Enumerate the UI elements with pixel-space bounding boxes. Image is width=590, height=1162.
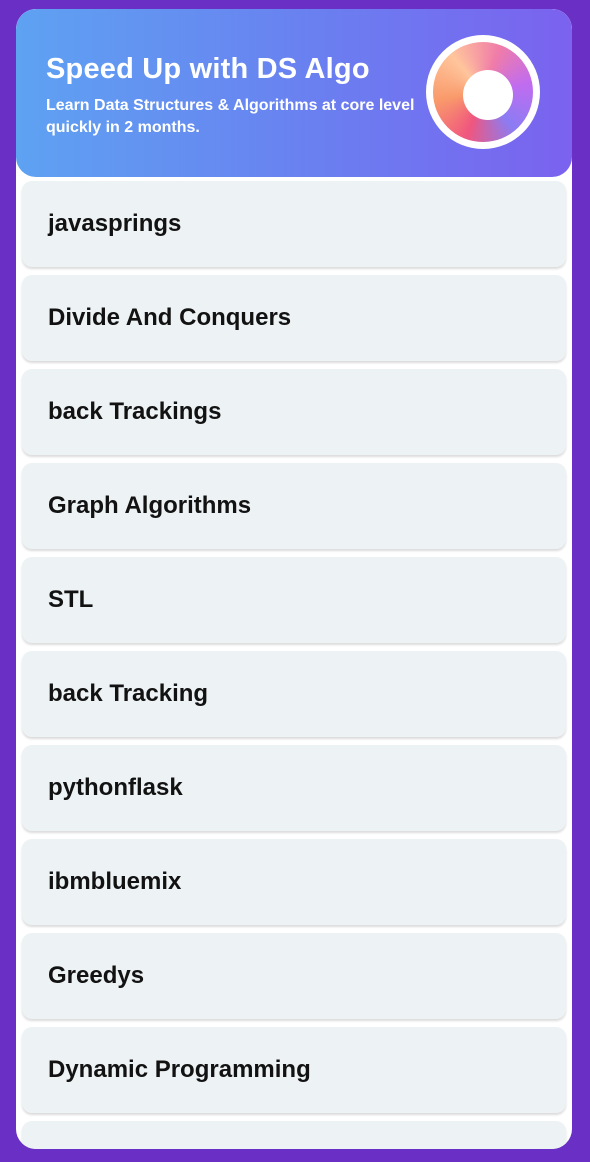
gradient-ring-logo-icon <box>426 35 540 149</box>
topic-item-stl[interactable]: STL <box>22 557 566 643</box>
topic-label: javasprings <box>48 210 182 237</box>
topic-item-partial[interactable] <box>22 1121 566 1149</box>
topic-label: Divide And Conquers <box>48 304 292 331</box>
topic-label: Greedys <box>48 962 145 989</box>
topic-label: ibmbluemix <box>48 868 182 895</box>
topic-label: pythonflask <box>48 774 183 801</box>
logo-core <box>463 70 513 120</box>
topic-label: STL <box>48 586 94 613</box>
topic-item-ibmbluemix[interactable]: ibmbluemix <box>22 839 566 925</box>
topic-item-back-trackings[interactable]: back Trackings <box>22 369 566 455</box>
banner-title: Speed Up with DS Algo <box>46 53 370 85</box>
topic-label: Dynamic Programming <box>48 1056 311 1083</box>
topic-item-javasprings[interactable]: javasprings <box>22 181 566 267</box>
topic-item-pythonflask[interactable]: pythonflask <box>22 745 566 831</box>
topic-label: Graph Algorithms <box>48 492 252 519</box>
topics-panel: Speed Up with DS Algo Learn Data Structu… <box>16 9 572 1149</box>
topic-item-graph-algorithms[interactable]: Graph Algorithms <box>22 463 566 549</box>
topic-item-back-tracking[interactable]: back Tracking <box>22 651 566 737</box>
logo-ring <box>433 42 533 142</box>
topic-label: back Trackings <box>48 398 222 425</box>
topic-item-divide-and-conquers[interactable]: Divide And Conquers <box>22 275 566 361</box>
topic-item-dynamic-programming[interactable]: Dynamic Programming <box>22 1027 566 1113</box>
topic-label: back Tracking <box>48 680 209 707</box>
topic-item-greedys[interactable]: Greedys <box>22 933 566 1019</box>
banner-subtitle: Learn Data Structures & Algorithms at co… <box>46 97 415 136</box>
course-banner: Speed Up with DS Algo Learn Data Structu… <box>16 9 572 177</box>
